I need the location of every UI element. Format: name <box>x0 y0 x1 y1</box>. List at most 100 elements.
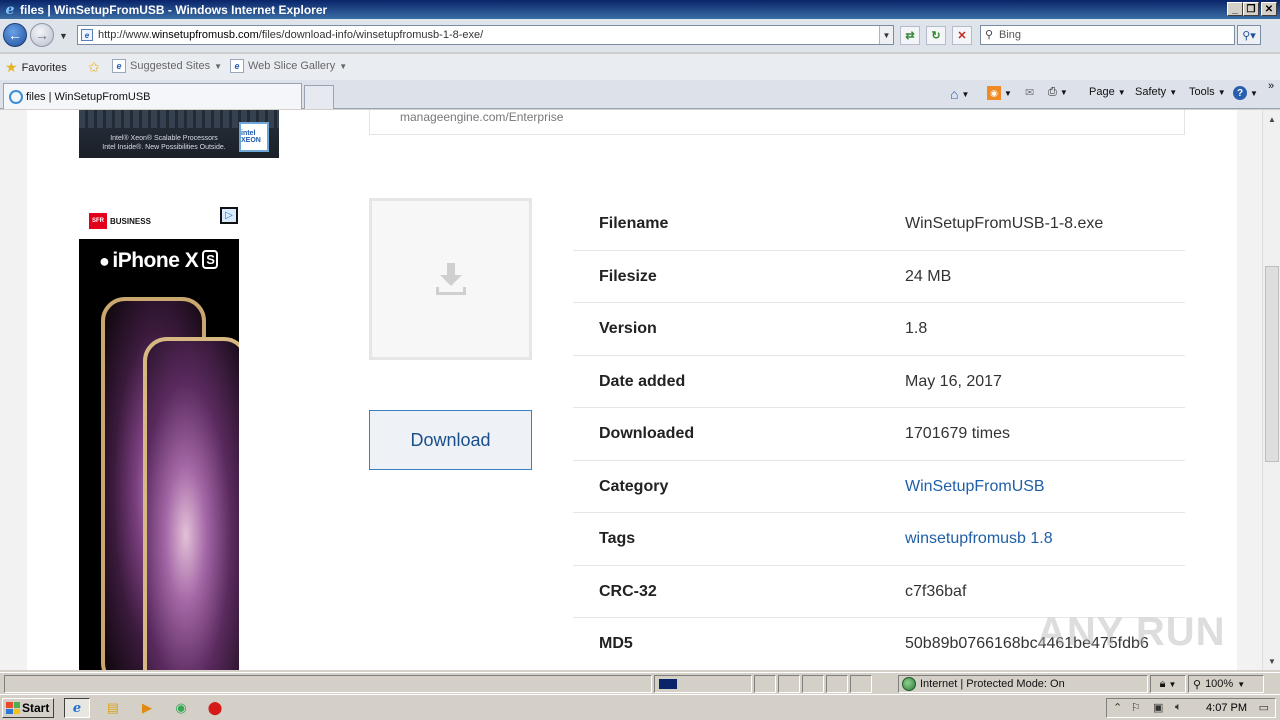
manageengine-url: manageengine.com/Enterprise <box>400 110 564 124</box>
info-key: Downloaded <box>599 425 695 442</box>
progress-bar <box>659 679 677 689</box>
tools-menu[interactable]: Tools ▼ <box>1189 86 1226 98</box>
lock-icon: 🔒︎ <box>1159 677 1166 690</box>
security-zone[interactable]: Internet | Protected Mode: On <box>898 675 1148 693</box>
system-tray: ⌃ ⚐ ▣ 🔈︎ 4:07 PM ▭ <box>1106 698 1276 718</box>
safety-menu[interactable]: Safety ▼ <box>1135 86 1177 98</box>
restore-button[interactable]: ❐ <box>1243 2 1259 16</box>
search-input[interactable]: ⚲ Bing <box>980 25 1235 45</box>
command-bar-chevron-icon[interactable]: » <box>1268 80 1274 92</box>
info-row: Downloaded 1701679 times <box>573 408 1185 461</box>
info-value: 1701679 times <box>905 425 1010 442</box>
intel-xeon-logo: intel XEON <box>239 122 269 152</box>
vertical-scrollbar[interactable]: ▲ ▼ <box>1262 110 1280 670</box>
file-info-table: Filename WinSetupFromUSB-1-8.exe Filesize 2… <box>573 198 1185 670</box>
volume-icon[interactable]: 🔈︎ <box>1175 701 1182 714</box>
refresh-button[interactable]: ↻ <box>926 26 946 45</box>
minimize-button[interactable]: _ <box>1227 2 1243 16</box>
window-title: files | WinSetupFromUSB - Windows Intern… <box>20 2 328 17</box>
scrollbar-thumb[interactable] <box>1265 266 1279 462</box>
protected-mode-button[interactable]: 🔒︎ ▼ <box>1150 675 1186 693</box>
chevron-down-icon: ▼ <box>1237 679 1246 689</box>
taskbar-ie-icon[interactable]: e <box>64 698 90 718</box>
page-menu[interactable]: Page ▼ <box>1089 86 1126 98</box>
favorites-label: Favorites <box>21 61 67 74</box>
home-button[interactable]: ⌂ ▼ <box>950 86 969 102</box>
info-row: Tags winsetupfromusb 1.8 <box>573 513 1185 566</box>
info-key: Category <box>599 477 669 495</box>
taskbar-explorer-icon[interactable]: ▤ <box>100 698 126 718</box>
stop-button[interactable]: ✕ <box>952 26 972 45</box>
info-value: c7f36baf <box>905 582 967 600</box>
taskbar-chrome-icon[interactable]: ◉ <box>168 698 194 718</box>
scroll-down-icon[interactable]: ▼ <box>1265 654 1279 668</box>
manageengine-ad-box[interactable]: manageengine.com/Enterprise <box>369 110 1185 135</box>
windows-logo-icon <box>6 702 20 714</box>
address-dropdown-icon[interactable]: ▼ <box>879 26 893 44</box>
web-slice-label: Web Slice Gallery <box>248 60 336 72</box>
new-tab-button[interactable] <box>304 85 334 109</box>
status-cell <box>826 675 848 693</box>
download-button[interactable]: Download <box>369 410 532 470</box>
info-value: 1.8 <box>905 320 928 337</box>
favorites-star-icon: ★ <box>5 59 18 75</box>
suggested-sites-label: Suggested Sites <box>130 60 211 72</box>
feeds-button[interactable]: ◉ ▼ <box>987 86 1012 100</box>
address-toolbar: ← → ▼ e http://www. winsetupfromusb.com/f… <box>0 19 1280 53</box>
download-icon <box>435 263 466 295</box>
info-key: Tags <box>599 530 636 547</box>
forward-button[interactable]: → <box>30 23 54 47</box>
print-button[interactable]: ⎙ ▼ <box>1048 86 1068 99</box>
url-path: /files/download-info/winsetupfromusb-1-8… <box>258 29 484 41</box>
web-slice-gallery-link[interactable]: e Web Slice Gallery ▼ <box>230 59 347 73</box>
sfr-logo: SFR <box>89 213 107 229</box>
sfr-business-label: BUSINESS <box>110 217 151 226</box>
chevron-down-icon: ▼ <box>339 61 348 71</box>
rss-icon: ◉ <box>987 86 1001 100</box>
start-button[interactable]: Start <box>2 698 54 718</box>
action-center-flag-icon[interactable]: ⚐ <box>1131 701 1141 714</box>
compatibility-view-button[interactable]: ⇄ <box>900 26 920 45</box>
taskbar-opera-icon[interactable]: ⬤ <box>202 698 228 718</box>
info-row: Date added May 16, 2017 <box>573 356 1185 408</box>
zoom-control[interactable]: ⚲ 100% ▼ <box>1188 675 1264 693</box>
iphone-image-front <box>143 337 239 670</box>
taskbar-clock[interactable]: 4:07 PM <box>1206 702 1247 714</box>
page-content: Intel® Xeon® Scalable Processors Intel I… <box>27 110 1237 670</box>
safety-menu-label: Safety <box>1135 86 1167 98</box>
tab-loading-icon <box>9 90 23 104</box>
iphone-ad[interactable]: SFR BUSINESS ▷ ● iPhone XS <box>79 207 239 670</box>
page-icon: e <box>81 29 93 41</box>
back-button[interactable]: ← <box>3 23 27 47</box>
add-to-favorites-button[interactable]: ✩ <box>88 59 100 76</box>
apple-logo-icon: ● <box>99 251 110 271</box>
favorites-button[interactable]: ★ Favorites <box>5 59 67 76</box>
show-desktop-icon[interactable]: ▭ <box>1259 701 1269 714</box>
tray-expand-icon[interactable]: ⌃ <box>1113 701 1122 714</box>
history-dropdown-icon[interactable]: ▼ <box>59 31 68 41</box>
favorites-bar: ★ Favorites ✩ e Suggested Sites ▼ e Web … <box>0 54 1280 80</box>
info-value-link[interactable]: winsetupfromusb 1.8 <box>905 530 1053 548</box>
info-value: May 16, 2017 <box>905 372 1002 390</box>
network-icon[interactable]: ▣ <box>1153 701 1163 714</box>
taskbar-media-player-icon[interactable]: ▶ <box>134 698 160 718</box>
suggested-sites-link[interactable]: e Suggested Sites ▼ <box>112 59 222 73</box>
scroll-up-icon[interactable]: ▲ <box>1265 112 1279 126</box>
status-text-cell <box>4 675 652 693</box>
help-menu[interactable]: ? ▼ <box>1233 86 1258 100</box>
tab-active[interactable]: files | WinSetupFromUSB <box>3 83 302 109</box>
adchoices-icon[interactable]: ▷ <box>220 207 238 224</box>
info-value-link[interactable]: WinSetupFromUSB <box>905 478 1045 496</box>
home-icon: ⌂ <box>950 86 959 102</box>
address-bar[interactable]: e http://www. winsetupfromusb.com/files/d… <box>77 25 894 45</box>
close-window-button[interactable]: ✕ <box>1261 2 1277 16</box>
page-viewport: Intel® Xeon® Scalable Processors Intel I… <box>0 110 1262 670</box>
info-key: CRC-32 <box>599 582 657 600</box>
intel-ad-banner[interactable]: Intel® Xeon® Scalable Processors Intel I… <box>79 110 279 158</box>
info-key: MD5 <box>599 635 633 652</box>
zoom-icon: ⚲ <box>1193 678 1202 691</box>
read-mail-button[interactable]: ✉ <box>1025 86 1034 99</box>
ie-logo-icon: e <box>5 1 15 18</box>
tab-bar: files | WinSetupFromUSB ⌂ ▼ ◉ ▼ ✉ ⎙ ▼ Page ▼… <box>0 80 1280 109</box>
search-button[interactable]: ⚲▾ <box>1237 25 1261 45</box>
